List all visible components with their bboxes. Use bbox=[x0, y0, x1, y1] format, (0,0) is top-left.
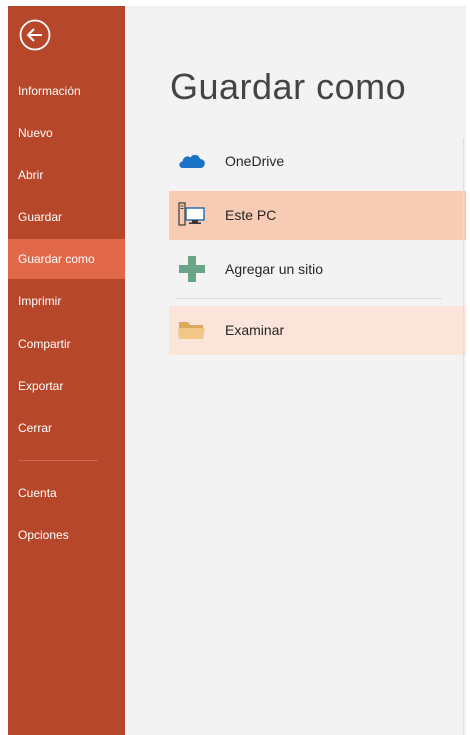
panel-divider bbox=[463, 138, 464, 735]
sidebar-item-compartir[interactable]: Compartir bbox=[8, 324, 125, 364]
sidebar-item-guardar[interactable]: Guardar bbox=[8, 197, 125, 237]
location-label: Agregar un sitio bbox=[225, 261, 324, 277]
location-label: Examinar bbox=[225, 322, 285, 338]
onedrive-cloud-icon bbox=[179, 154, 205, 168]
sidebar-item-exportar[interactable]: Exportar bbox=[8, 366, 125, 406]
sidebar-item-informacion[interactable]: Información bbox=[8, 71, 125, 111]
sidebar-item-abrir[interactable]: Abrir bbox=[8, 155, 125, 195]
backstage-sidebar: Información Nuevo Abrir Guardar Guardar … bbox=[8, 6, 125, 735]
sidebar-item-imprimir[interactable]: Imprimir bbox=[8, 281, 125, 321]
back-button[interactable] bbox=[18, 18, 52, 52]
back-arrow-icon bbox=[19, 19, 51, 51]
plus-icon bbox=[179, 256, 205, 282]
location-onedrive[interactable]: OneDrive bbox=[169, 137, 466, 186]
sidebar-item-nuevo[interactable]: Nuevo bbox=[8, 113, 125, 153]
computer-icon bbox=[178, 202, 205, 226]
page-title: Guardar como bbox=[170, 66, 407, 107]
location-label: OneDrive bbox=[225, 153, 285, 169]
sidebar-item-cerrar[interactable]: Cerrar bbox=[8, 408, 125, 448]
location-este-pc[interactable]: Este PC bbox=[169, 191, 466, 240]
location-list-divider bbox=[176, 298, 442, 299]
backstage-view: Información Nuevo Abrir Guardar Guardar … bbox=[8, 6, 466, 735]
location-label: Este PC bbox=[225, 207, 277, 223]
location-agregar-sitio[interactable]: Agregar un sitio bbox=[169, 245, 466, 294]
sidebar-divider bbox=[18, 460, 98, 461]
location-examinar[interactable]: Examinar bbox=[169, 306, 466, 355]
folder-icon bbox=[178, 322, 205, 339]
sidebar-item-cuenta[interactable]: Cuenta bbox=[8, 473, 125, 513]
sidebar-item-guardar-como[interactable]: Guardar como bbox=[8, 239, 125, 279]
sidebar-item-opciones[interactable]: Opciones bbox=[8, 515, 125, 555]
